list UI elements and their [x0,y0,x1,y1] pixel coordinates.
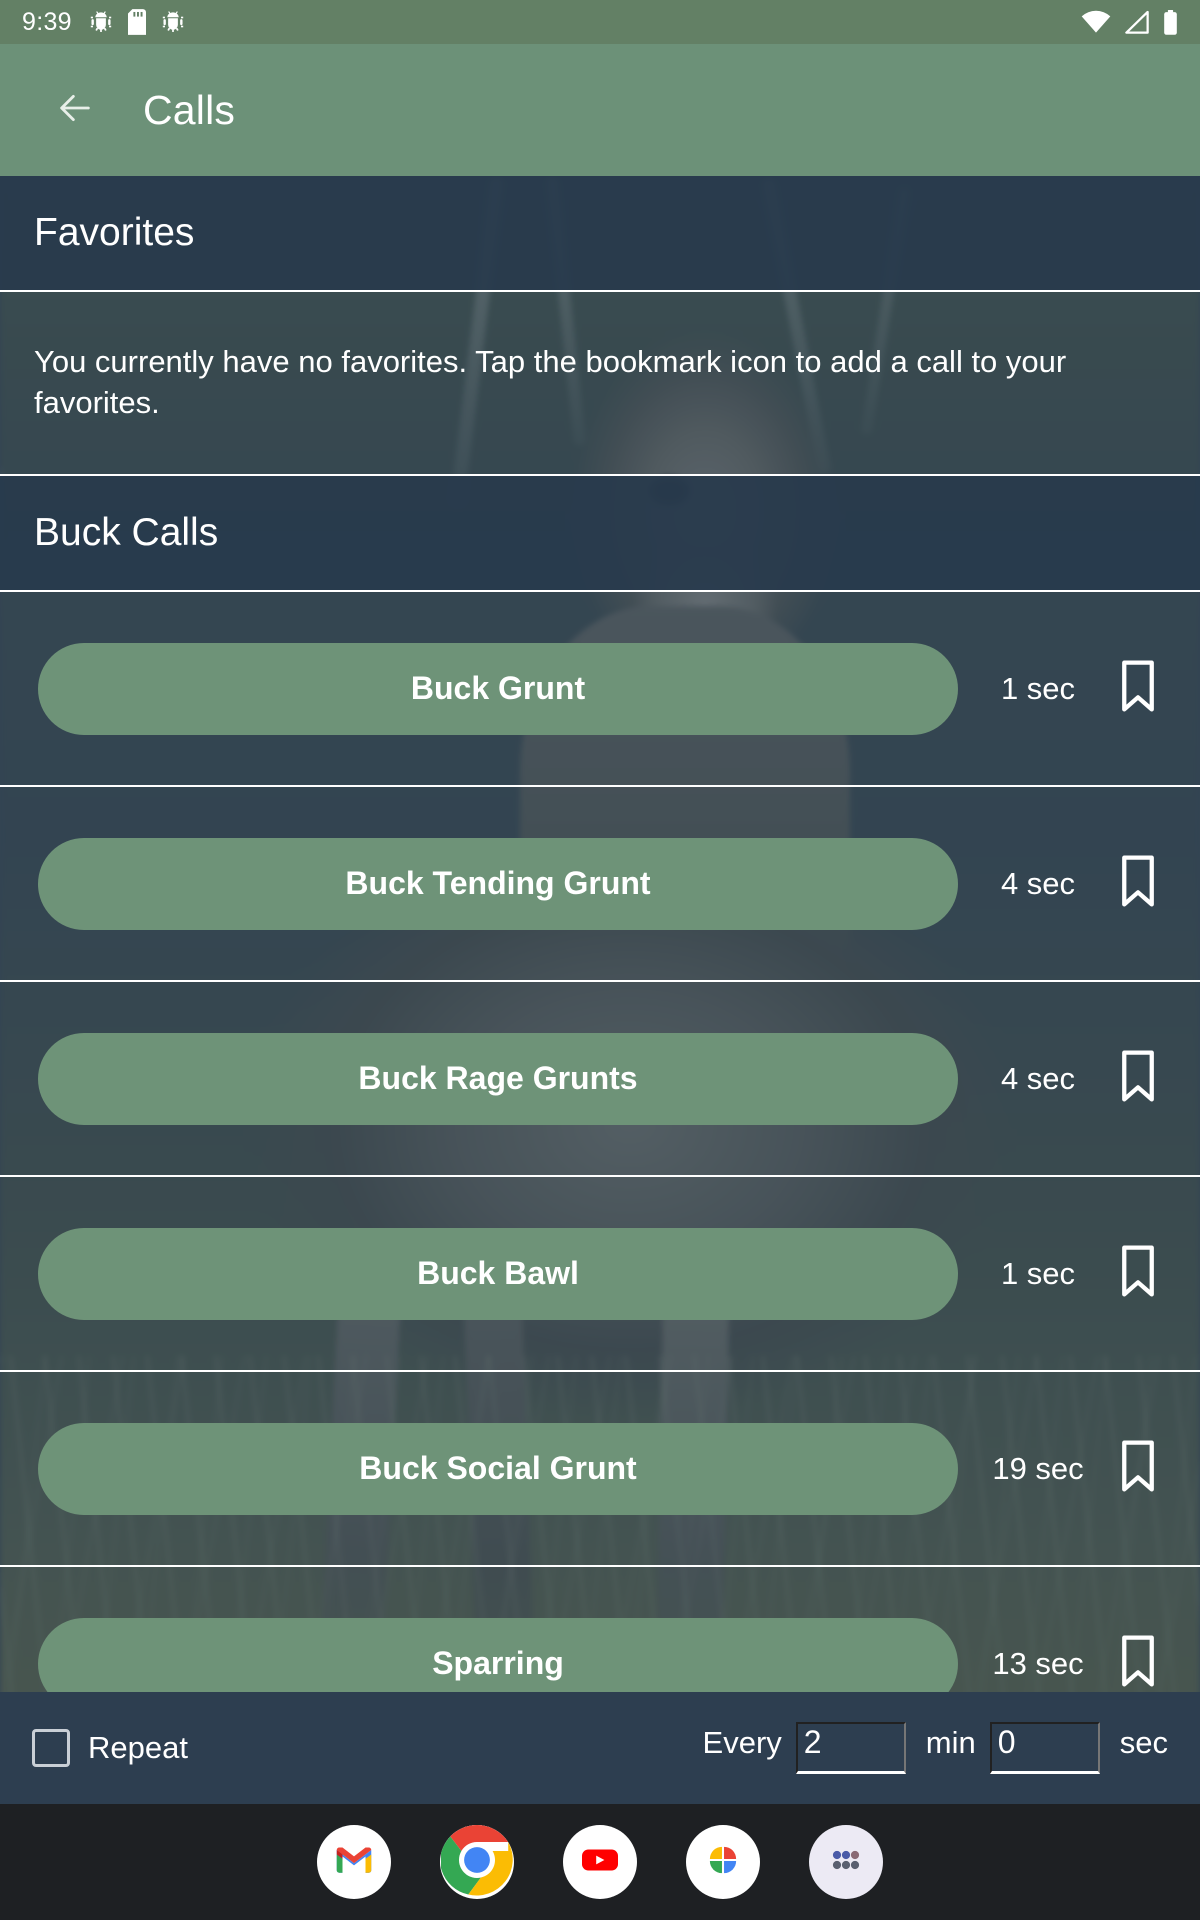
call-name: Buck Social Grunt [359,1450,637,1486]
status-bar: 9:39 [0,0,1200,44]
bookmark-outline-icon [1119,1635,1157,1692]
call-name: Buck Grunt [410,670,586,706]
call-name: Buck Bawl [417,1255,579,1291]
repeat-control-bar: Repeat Every min sec [0,1692,1200,1804]
bookmark-outline-icon [1119,1440,1157,1497]
bookmark-button[interactable] [1110,1044,1166,1114]
status-clock: 9:39 [22,7,72,36]
list-item: Sparring 13 sec [0,1567,1200,1692]
every-label: Every [702,1725,782,1760]
seconds-input[interactable] [989,1722,1100,1774]
dock-app-google-photos[interactable] [686,1825,760,1899]
call-name: Buck Rage Grunts [358,1060,638,1096]
phone-screen: 9:39 Calls Favorites You currently have … [0,0,1200,1920]
repeat-checkbox[interactable] [32,1729,70,1767]
wifi-icon [1081,10,1111,34]
battery-icon [1163,9,1178,35]
back-button[interactable] [46,81,104,139]
back-arrow-icon [52,88,98,133]
call-duration: 4 sec [1000,865,1076,901]
bookmark-outline-icon [1119,855,1157,912]
favorites-empty-message: You currently have no favorites. Tap the… [34,344,1067,420]
chrome-icon [440,1825,513,1899]
cell-signal-icon [1124,10,1150,34]
minutes-unit-label: min [925,1725,976,1760]
favorites-empty-state: You currently have no favorites. Tap the… [0,292,1200,476]
repeat-label: Repeat [88,1730,188,1765]
status-left-icons [88,9,186,35]
buck-calls-section-header: Buck Calls [0,476,1200,592]
buck-calls-header-label: Buck Calls [34,511,219,554]
list-item: Buck Rage Grunts 4 sec [0,982,1200,1177]
android-bug-icon [160,9,186,35]
bookmark-outline-icon [1119,1245,1157,1302]
bookmark-button[interactable] [1110,849,1166,919]
call-duration: 4 sec [1000,1060,1076,1096]
status-right-icons [1081,9,1178,35]
list-item: Buck Social Grunt 19 sec [0,1372,1200,1567]
bookmark-outline-icon [1119,660,1157,717]
minutes-input[interactable] [795,1722,906,1774]
dock-app-gmail[interactable] [317,1825,391,1899]
seconds-unit-label: sec [1119,1725,1168,1760]
call-duration: 13 sec [992,1645,1084,1681]
gmail-icon [331,1837,377,1888]
dock-app-chrome[interactable] [440,1825,514,1899]
list-item: Buck Tending Grunt 4 sec [0,787,1200,982]
android-dock [0,1804,1200,1920]
list-item: Buck Grunt 1 sec [0,592,1200,787]
call-duration: 19 sec [992,1450,1084,1486]
bookmark-button[interactable] [1110,1629,1166,1693]
call-play-button[interactable]: Buck Social Grunt [38,1422,958,1515]
app-bar: Calls [0,44,1200,176]
bookmark-button[interactable] [1110,654,1166,724]
call-play-button[interactable]: Buck Rage Grunts [38,1032,958,1125]
call-play-button[interactable]: Buck Tending Grunt [38,837,958,930]
android-bug-icon [88,9,114,35]
interval-group: Every min sec [703,1722,1168,1774]
dock-app-drawer[interactable] [809,1825,883,1899]
dock-app-youtube[interactable] [563,1825,637,1899]
call-duration: 1 sec [1000,670,1076,706]
sd-card-icon [127,9,146,35]
google-photos-icon [698,1835,748,1890]
call-play-button[interactable]: Sparring [38,1617,958,1692]
page-title: Calls [143,86,236,133]
bookmark-button[interactable] [1110,1239,1166,1309]
list-item: Buck Bawl 1 sec [0,1177,1200,1372]
call-name: Sparring [432,1645,564,1681]
favorites-header-label: Favorites [34,211,195,254]
call-name: Buck Tending Grunt [345,865,651,901]
favorites-section-header: Favorites [0,176,1200,292]
bookmark-outline-icon [1119,1050,1157,1107]
app-drawer-icon [824,1838,868,1887]
call-play-button[interactable]: Buck Bawl [38,1227,958,1320]
buck-calls-list[interactable]: Buck Grunt 1 sec Buck Tending Grunt 4 se… [0,592,1200,1692]
youtube-icon [576,1836,624,1889]
call-play-button[interactable]: Buck Grunt [38,642,958,735]
call-duration: 1 sec [1000,1255,1076,1291]
bookmark-button[interactable] [1110,1434,1166,1504]
